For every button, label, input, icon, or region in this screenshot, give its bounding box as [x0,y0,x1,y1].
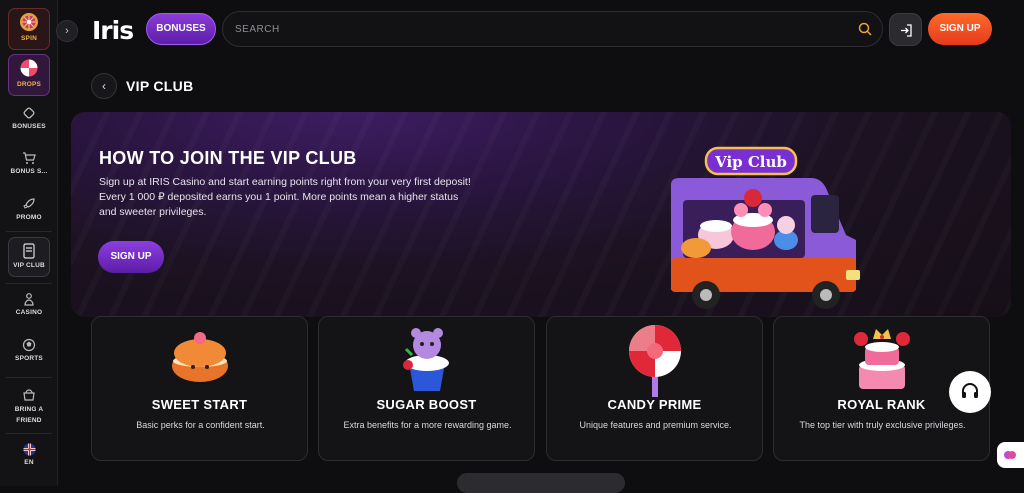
scroll-pill[interactable] [457,473,625,493]
sidebar-item-bring-a-friend[interactable]: BRING A FRIEND [0,387,58,426]
sidebar-item-label: CASINO [15,309,43,316]
level-name: CANDY PRIME [607,397,702,412]
sidebar-item-casino[interactable]: CASINO [0,292,58,316]
sidebar-divider [6,377,52,378]
sports-ball-icon [22,338,36,352]
level-name: SWEET START [151,397,248,412]
sidebar-item-drops[interactable]: DROPS [8,54,50,96]
sidebar-item-sports[interactable]: SPORTS [0,338,58,362]
sidebar-item-label: DROPS [16,81,42,88]
support-chat-button[interactable] [949,371,991,413]
royal-cake-illustration [853,329,910,389]
bonus-candy-icon [23,107,35,119]
sidebar-item-label: BRING A FRIEND [14,406,44,424]
floating-widget-button[interactable] [997,442,1024,468]
sidebar-item-label: BONUS S... [10,168,48,175]
search-icon[interactable] [858,22,872,36]
level-card-candy-prime: CANDY PRIME Unique features and premium … [546,316,763,461]
spin-wheel-icon [20,13,38,31]
gift-basket-icon [23,389,35,401]
level-description: The top tier with truly exclusive privil… [799,420,966,430]
brain-icon [1004,451,1016,459]
uk-flag-icon [23,443,35,456]
sidebar-item-promo[interactable]: PROMO [0,197,58,221]
level-description: Extra benefits for a more rewarding game… [343,420,512,430]
macaron-illustration [171,332,228,382]
header-signup-button[interactable]: SIGN UP [928,13,992,45]
sidebar-item-label: BONUSES [12,123,46,130]
hero-title: HOW TO JOIN THE VIP CLUB [99,148,357,168]
lollipop-illustration [628,325,681,397]
drops-icon [20,59,38,77]
login-button[interactable] [889,13,922,46]
level-name: SUGAR BOOST [376,397,477,412]
sidebar-item-bonuses[interactable]: BONUSES [0,106,58,130]
sidebar-item-bonus-shop[interactable]: BONUS S... [0,151,58,175]
hero-signup-button[interactable]: SIGN UP [98,241,164,273]
vip-hero-banner: HOW TO JOIN THE VIP CLUB Sign up at IRIS… [71,112,1011,317]
expand-sidebar-button[interactable]: › [56,20,78,42]
level-card-sugar-boost: SUGAR BOOST Extra benefits for a more re… [318,316,535,461]
sidebar-divider [6,231,52,232]
vip-candy-truck-illustration: Vip Club [671,146,860,309]
search-bar [222,11,883,47]
level-description: Unique features and premium service. [579,420,732,430]
vip-card-icon [23,243,35,259]
vip-club-sign-text: Vip Club [714,153,787,171]
sidebar-item-label: VIP CLUB [13,262,45,269]
cart-icon [23,152,36,164]
headset-icon [962,383,978,398]
level-card-sweet-start: SWEET START Basic perks for a confident … [91,316,308,461]
sidebar-item-label: PROMO [16,214,42,221]
page-title: VIP CLUB [126,78,194,94]
sidebar: SPIN DROPS BONUSES BONUS S... PROMO VIP … [0,0,58,486]
bonuses-button[interactable]: BONUSES [146,13,216,45]
sidebar-item-label: SPORTS [15,355,43,362]
sidebar-item-spin[interactable]: SPIN [8,8,50,50]
language-selector[interactable]: EN [0,443,58,466]
level-description: Basic perks for a confident start. [136,420,265,430]
language-label: EN [24,459,34,466]
sidebar-divider [6,433,52,434]
casino-icon [24,293,34,306]
chevron-right-icon: › [65,25,69,37]
hero-description: Sign up at IRIS Casino and start earning… [99,176,471,218]
search-input[interactable] [235,12,835,46]
sidebar-item-vip-club[interactable]: VIP CLUB [8,237,50,277]
sidebar-item-label: SPIN [21,35,37,42]
bear-sundae-illustration [402,328,449,391]
iris-logo[interactable]: Iris [92,16,134,45]
login-icon [901,24,912,37]
back-button[interactable]: ‹ [91,73,117,99]
chevron-left-icon: ‹ [102,79,106,93]
rocket-icon [23,198,35,209]
sidebar-divider [6,283,52,284]
